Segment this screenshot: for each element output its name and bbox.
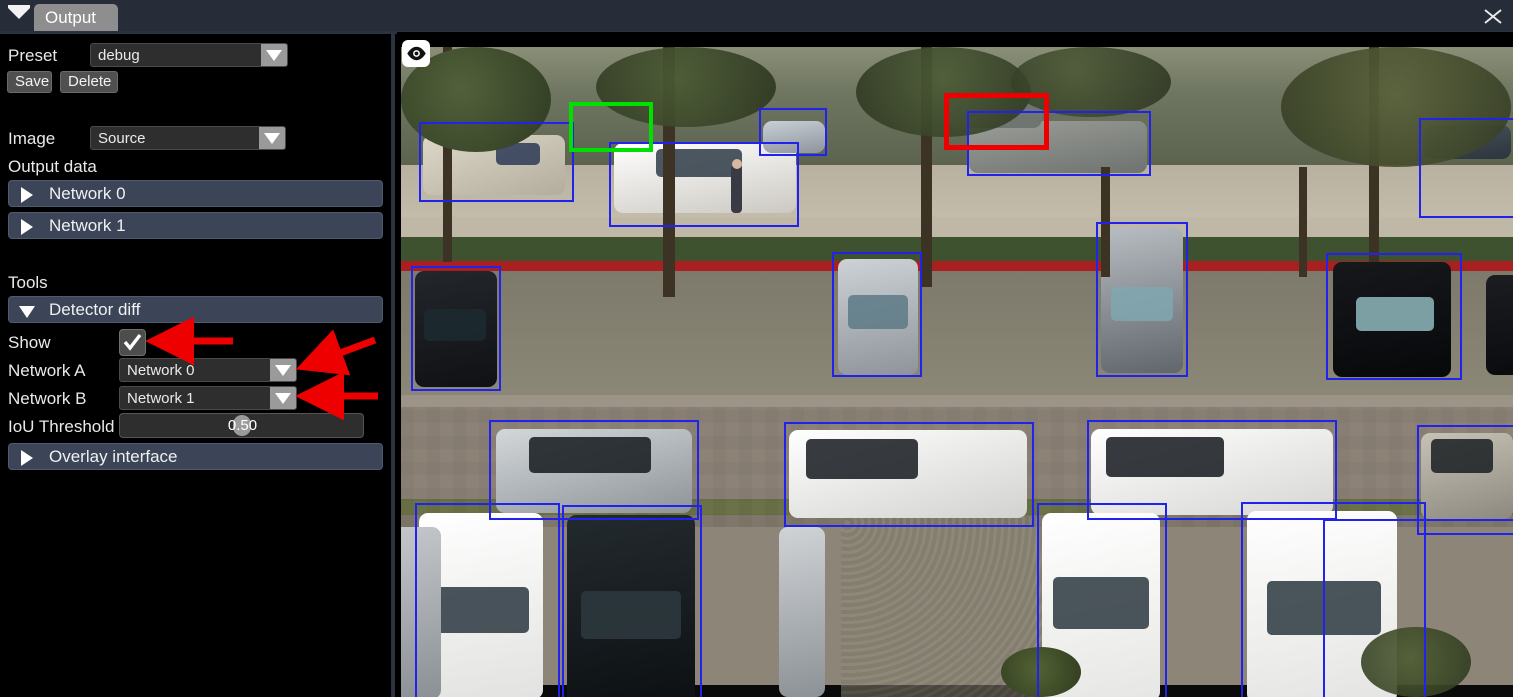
iou-threshold-label: IoU Threshold bbox=[8, 417, 115, 436]
detection-box-blue bbox=[1096, 222, 1188, 377]
detection-box-blue bbox=[411, 266, 501, 391]
iou-threshold-slider[interactable]: 0.50 bbox=[119, 413, 364, 438]
network-b-label: Network B bbox=[8, 389, 87, 408]
detection-image bbox=[401, 47, 1513, 697]
detection-box-blue bbox=[1419, 118, 1513, 218]
detection-box-red bbox=[944, 93, 1049, 150]
detection-box-blue bbox=[832, 252, 922, 377]
section-network-1-label: Network 1 bbox=[49, 216, 126, 235]
left-settings-panel: Preset debug Save Delete Image Source Ou… bbox=[0, 34, 390, 697]
detection-box-green bbox=[569, 102, 653, 152]
triangle-right-icon bbox=[21, 187, 33, 203]
triangle-right-icon bbox=[21, 450, 33, 466]
detection-box-blue bbox=[562, 505, 702, 697]
title-bar: Output bbox=[0, 0, 1513, 31]
delete-button[interactable]: Delete bbox=[60, 71, 118, 93]
detection-box-blue bbox=[759, 108, 827, 156]
section-overlay-interface[interactable]: Overlay interface bbox=[8, 443, 383, 470]
preset-combo[interactable]: debug bbox=[90, 43, 288, 67]
preset-value: debug bbox=[98, 47, 140, 64]
image-label: Image bbox=[8, 129, 56, 148]
caret-down-icon[interactable] bbox=[8, 8, 30, 19]
chevron-down-icon[interactable] bbox=[270, 359, 296, 381]
image-combo[interactable]: Source bbox=[90, 126, 286, 150]
detection-box-blue bbox=[1037, 503, 1167, 697]
section-network-0[interactable]: Network 0 bbox=[8, 180, 383, 207]
panel-divider[interactable] bbox=[391, 34, 395, 697]
network-b-value: Network 1 bbox=[127, 390, 195, 407]
save-button[interactable]: Save bbox=[7, 71, 52, 93]
chevron-down-icon[interactable] bbox=[261, 44, 287, 66]
car-low-f6 bbox=[779, 527, 825, 697]
show-label: Show bbox=[8, 333, 51, 352]
output-data-label: Output data bbox=[8, 157, 97, 176]
chevron-down-icon[interactable] bbox=[259, 127, 285, 149]
section-network-0-label: Network 0 bbox=[49, 184, 126, 203]
network-a-combo[interactable]: Network 0 bbox=[119, 358, 297, 382]
detection-box-blue bbox=[784, 422, 1034, 527]
section-overlay-interface-label: Overlay interface bbox=[49, 447, 178, 466]
section-detector-diff-label: Detector diff bbox=[49, 300, 141, 319]
image-value: Source bbox=[98, 130, 146, 147]
detection-box-blue bbox=[419, 122, 574, 202]
image-viewport[interactable] bbox=[397, 32, 1513, 697]
scene-curb bbox=[401, 395, 1513, 407]
network-a-value: Network 0 bbox=[127, 362, 195, 379]
tree-trunk bbox=[1299, 167, 1307, 277]
detection-box-blue bbox=[1326, 253, 1462, 380]
network-a-label: Network A bbox=[8, 361, 86, 380]
eye-icon[interactable] bbox=[402, 40, 430, 67]
chevron-down-icon[interactable] bbox=[270, 387, 296, 409]
tab-output[interactable]: Output bbox=[34, 4, 118, 31]
section-detector-diff[interactable]: Detector diff bbox=[8, 296, 383, 323]
triangle-down-icon bbox=[19, 306, 35, 318]
tools-label: Tools bbox=[8, 273, 48, 292]
detection-box-blue bbox=[1323, 519, 1513, 697]
preset-label: Preset bbox=[8, 46, 58, 65]
show-checkbox[interactable] bbox=[119, 329, 146, 356]
close-icon[interactable] bbox=[1479, 3, 1507, 29]
triangle-right-icon bbox=[21, 219, 33, 235]
network-b-combo[interactable]: Network 1 bbox=[119, 386, 297, 410]
app-root: Output Preset debug Save Delete Image So… bbox=[0, 0, 1513, 697]
car-mid-5 bbox=[1486, 275, 1513, 375]
section-network-1[interactable]: Network 1 bbox=[8, 212, 383, 239]
iou-threshold-value: 0.50 bbox=[227, 417, 258, 434]
detection-box-blue bbox=[415, 503, 560, 697]
